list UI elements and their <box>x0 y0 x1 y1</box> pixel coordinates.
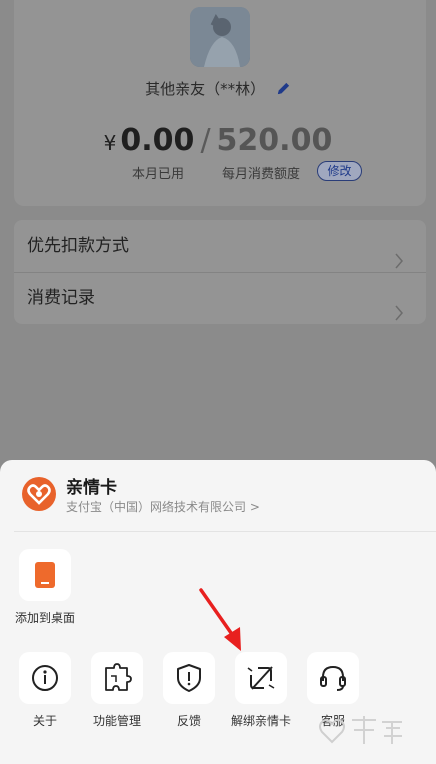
headset-icon <box>320 665 346 691</box>
list-item-label: 优先扣款方式 <box>27 236 129 256</box>
friend-name: 其他亲友（**林） <box>145 80 266 98</box>
divider <box>14 531 436 532</box>
unlink-icon <box>247 666 275 690</box>
amount-row: ¥0.00/520.00 <box>0 123 436 158</box>
shield-alert-icon <box>177 664 201 692</box>
friend-name-row: 其他亲友（**林） <box>0 78 436 100</box>
app-company-link[interactable]: 支付宝（中国）网络技术有限公司 > <box>66 498 260 515</box>
feedback-button[interactable] <box>163 652 215 704</box>
list-item-payment-priority[interactable]: 优先扣款方式 <box>14 220 426 272</box>
list-item-spending-records[interactable]: 消费记录 <box>14 272 426 324</box>
feature-management-label: 功能管理 <box>92 714 141 728</box>
about-button[interactable] <box>19 652 71 704</box>
chevron-right-icon <box>394 290 404 342</box>
family-card-logo-icon <box>22 477 56 511</box>
feedback-label: 反馈 <box>176 714 201 728</box>
add-to-desktop-button[interactable] <box>19 549 71 601</box>
amount-separator: / <box>200 123 211 158</box>
customer-service-button[interactable] <box>307 652 359 704</box>
watermark <box>316 710 406 754</box>
monthly-limit-amount: 520.00 <box>216 123 333 158</box>
add-to-desktop-label: 添加到桌面 <box>14 611 75 625</box>
amount-labels: 本月已用 每月消费额度 修改 <box>0 161 436 185</box>
used-label: 本月已用 <box>132 167 185 182</box>
list-item-label: 消费记录 <box>27 288 95 308</box>
avatar <box>190 7 250 67</box>
edit-pencil-icon[interactable] <box>276 81 291 100</box>
info-icon <box>32 665 58 691</box>
puzzle-icon <box>105 663 132 691</box>
unbind-family-card-button[interactable] <box>235 652 287 704</box>
add-to-desktop-icon <box>35 562 55 588</box>
unbind-family-card-label: 解绑亲情卡 <box>230 714 291 728</box>
limit-label: 每月消费额度 <box>222 167 301 182</box>
settings-list: 优先扣款方式 消费记录 <box>14 220 426 324</box>
feature-management-button[interactable] <box>91 652 143 704</box>
currency-symbol: ¥ <box>103 131 117 155</box>
modify-limit-button[interactable]: 修改 <box>317 161 362 181</box>
app-name: 亲情卡 <box>66 478 117 498</box>
used-amount: 0.00 <box>120 123 195 158</box>
about-label: 关于 <box>32 714 57 728</box>
